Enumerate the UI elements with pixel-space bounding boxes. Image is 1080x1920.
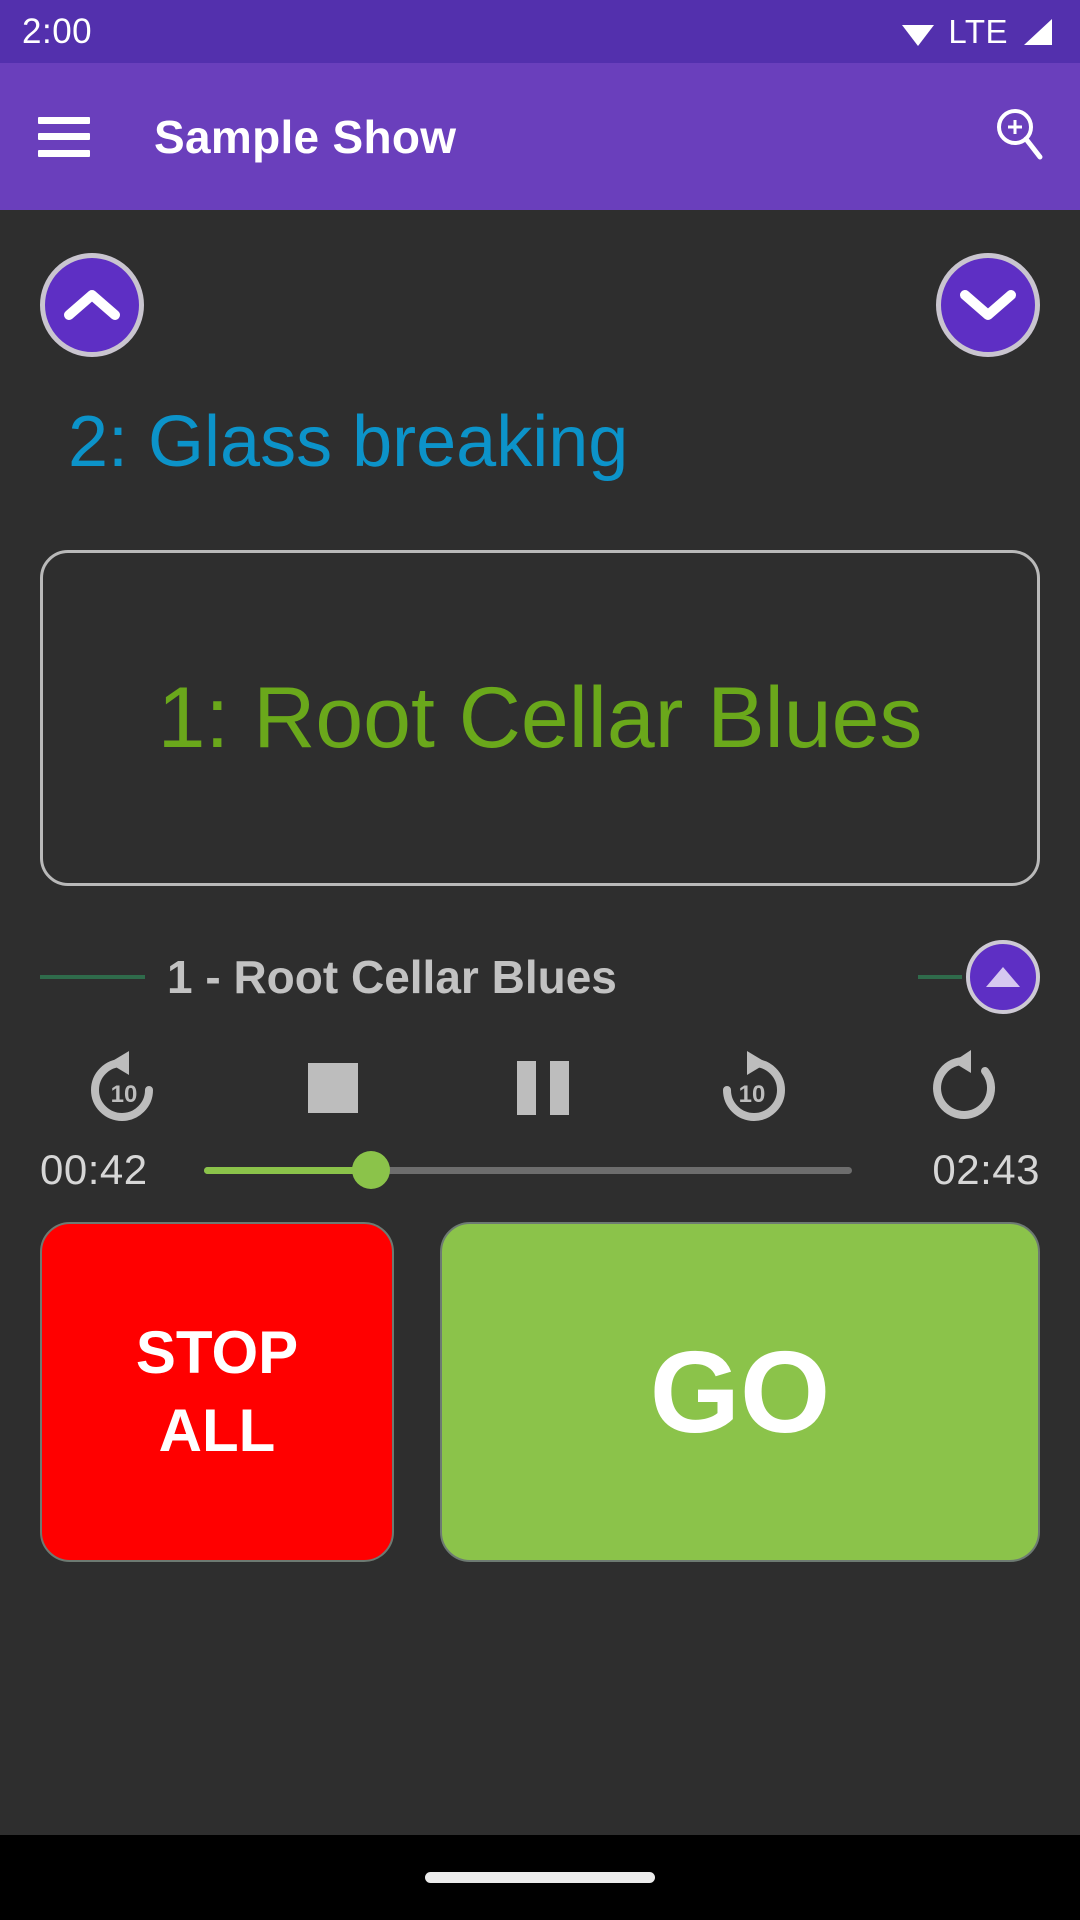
triangle-up-icon: [984, 964, 1022, 990]
app-screen: 2:00 LTE Sample Show 2: Glass breaking 1…: [0, 0, 1080, 1920]
next-cue-label[interactable]: 2: Glass breaking: [40, 406, 1040, 478]
main-content: 2: Glass breaking 1: Root Cellar Blues 1…: [0, 210, 1080, 1789]
wifi-icon: [900, 17, 936, 47]
stop-button[interactable]: [285, 1040, 381, 1136]
gesture-home-pill[interactable]: [425, 1872, 655, 1883]
replay-10-icon[interactable]: 10: [74, 1040, 170, 1136]
chevron-down-icon: [959, 288, 1017, 322]
forward-10-label: 10: [738, 1081, 765, 1108]
signal-bars-icon: [1020, 17, 1054, 47]
pause-icon: [517, 1061, 569, 1115]
divider-left: [40, 975, 145, 979]
hamburger-menu-icon[interactable]: [38, 116, 90, 157]
status-clock: 2:00: [22, 11, 93, 51]
current-cue-panel[interactable]: 1: Root Cellar Blues: [40, 550, 1040, 886]
hamburger-bar: [38, 116, 90, 124]
app-bar: Sample Show: [0, 63, 1080, 210]
previous-cue-button[interactable]: [40, 253, 144, 357]
next-cue-button[interactable]: [936, 253, 1040, 357]
slider-thumb[interactable]: [352, 1151, 391, 1189]
replay-10-label: 10: [111, 1081, 138, 1108]
loop-repeat-icon[interactable]: [916, 1040, 1012, 1136]
track-title: 1 - Root Cellar Blues: [167, 951, 617, 1003]
collapse-track-button[interactable]: [966, 940, 1040, 1014]
status-bar: 2:00 LTE: [0, 0, 1080, 63]
status-indicators: LTE: [900, 13, 1054, 51]
page-title: Sample Show: [154, 110, 457, 163]
go-button[interactable]: GO: [440, 1222, 1040, 1562]
hamburger-bar: [38, 133, 90, 140]
chevron-up-icon: [63, 288, 121, 322]
stop-icon: [307, 1063, 358, 1113]
elapsed-time: 00:42: [40, 1146, 148, 1193]
progress-row: 00:42 02:43: [40, 1146, 1040, 1194]
zoom-in-search-icon[interactable]: [990, 105, 1046, 168]
pause-button[interactable]: [495, 1040, 591, 1136]
forward-10-icon[interactable]: 10: [706, 1040, 802, 1136]
pause-bar: [517, 1061, 536, 1115]
divider-right: [918, 975, 962, 979]
hamburger-bar: [38, 149, 90, 157]
transport-controls: 10 10: [40, 1040, 1040, 1136]
action-buttons: STOP ALL GO: [40, 1222, 1040, 1562]
stop-all-button[interactable]: STOP ALL: [40, 1222, 394, 1562]
duration-time: 02:43: [932, 1146, 1040, 1193]
seek-slider[interactable]: [204, 1150, 852, 1190]
cue-navigation-row: [40, 210, 1040, 400]
network-type-label: LTE: [948, 12, 1008, 50]
current-cue-label: 1: Root Cellar Blues: [157, 669, 923, 766]
content-bottom-spacer: [0, 1789, 1080, 1835]
pause-bar: [550, 1061, 569, 1115]
track-header-row: 1 - Root Cellar Blues: [40, 940, 1040, 1014]
slider-fill: [204, 1166, 372, 1174]
system-navigation-bar: [0, 1835, 1080, 1920]
